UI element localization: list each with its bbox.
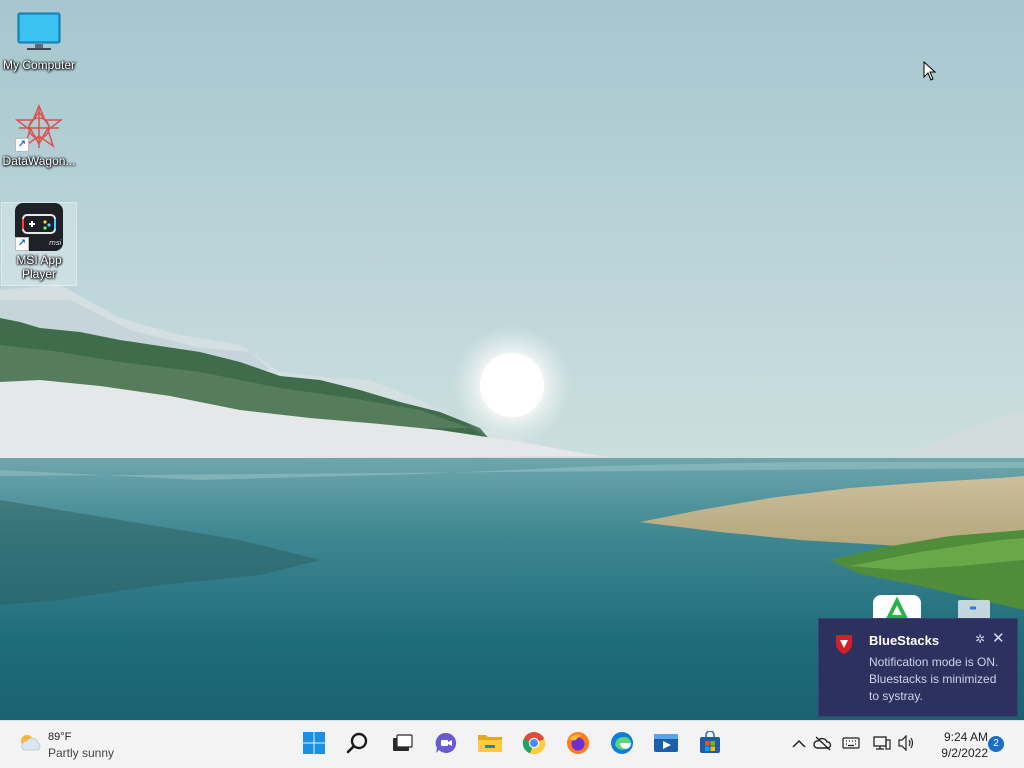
clock-date: 9/2/2022 [941, 746, 988, 760]
partly-sunny-icon [18, 732, 42, 759]
datawagon-logo-icon: ↗ [15, 104, 63, 152]
desktop-icon-my-computer[interactable]: My Computer [1, 8, 77, 72]
network-button[interactable] [871, 729, 893, 761]
shortcut-arrow-icon: ↗ [15, 138, 29, 152]
media-player-button[interactable] [650, 729, 682, 761]
keyboard-icon [842, 736, 860, 754]
edge-button[interactable] [606, 729, 638, 761]
weather-widget[interactable]: 89°F Partly sunny [18, 729, 114, 761]
taskbar: 89°F Partly sunny 9:24 AM 9/2/2022 [0, 720, 1024, 768]
media-player-icon [653, 731, 679, 760]
weather-temperature: 89°F [48, 730, 72, 743]
chat-icon [434, 731, 458, 760]
clock[interactable]: 9:24 AM 9/2/2022 [924, 729, 988, 761]
desktop-wallpaper [0, 0, 1024, 720]
weather-condition: Partly sunny [48, 745, 115, 760]
desktop[interactable]: My Computer ↗ DataWagon... msi ↗ MSI App… [0, 0, 1024, 720]
computer-monitor-icon [15, 8, 63, 56]
desktop-icon-msi-app-player[interactable]: msi ↗ MSI App Player [1, 202, 77, 286]
cloud-offline-icon [813, 735, 833, 756]
desktop-icon-label: MSI App Player [16, 253, 62, 281]
firefox-icon [566, 731, 590, 760]
search-icon [346, 731, 370, 760]
edge-icon [610, 731, 634, 760]
search-button[interactable] [342, 729, 374, 761]
svg-text:msi: msi [49, 239, 61, 247]
bluestacks-notification[interactable]: BlueStacks ✲ ✕ Notification mode is ON. … [818, 618, 1018, 717]
task-view-button[interactable] [386, 729, 418, 761]
notification-title: BlueStacks [869, 633, 940, 648]
chrome-button[interactable] [518, 729, 550, 761]
notification-settings-icon[interactable]: ✲ [975, 632, 985, 646]
desktop-icon-datawagon[interactable]: ↗ DataWagon... [1, 104, 77, 168]
store-button[interactable] [694, 729, 726, 761]
volume-button[interactable] [896, 729, 918, 761]
input-indicator-button[interactable] [840, 729, 862, 761]
msi-app-player-icon: msi ↗ [15, 203, 63, 251]
start-button[interactable] [298, 729, 330, 761]
store-icon [698, 729, 722, 760]
file-explorer-button[interactable] [474, 729, 506, 761]
task-view-icon [390, 731, 414, 760]
chrome-icon [522, 731, 546, 760]
notification-count-badge[interactable]: 2 [988, 736, 1004, 752]
file-explorer-icon [477, 731, 503, 760]
chat-button[interactable] [430, 729, 462, 761]
firefox-button[interactable] [562, 729, 594, 761]
notification-close-icon[interactable]: ✕ [992, 629, 1005, 647]
speaker-icon [898, 734, 916, 756]
show-hidden-icons-button[interactable] [788, 729, 810, 761]
notification-message: Notification mode is ON. Bluestacks is m… [869, 655, 999, 703]
chevron-up-icon [792, 736, 806, 754]
msi-dragon-icon [834, 633, 854, 660]
windows-logo-icon [302, 731, 326, 760]
shortcut-arrow-icon: ↗ [15, 237, 29, 251]
mouse-cursor-icon [923, 61, 937, 81]
onedrive-offline-button[interactable] [812, 729, 834, 761]
desktop-icon-label: My Computer [2, 58, 76, 72]
network-icon [873, 735, 891, 756]
desktop-icon-label: DataWagon... [2, 154, 76, 168]
clock-time: 9:24 AM [943, 730, 988, 744]
